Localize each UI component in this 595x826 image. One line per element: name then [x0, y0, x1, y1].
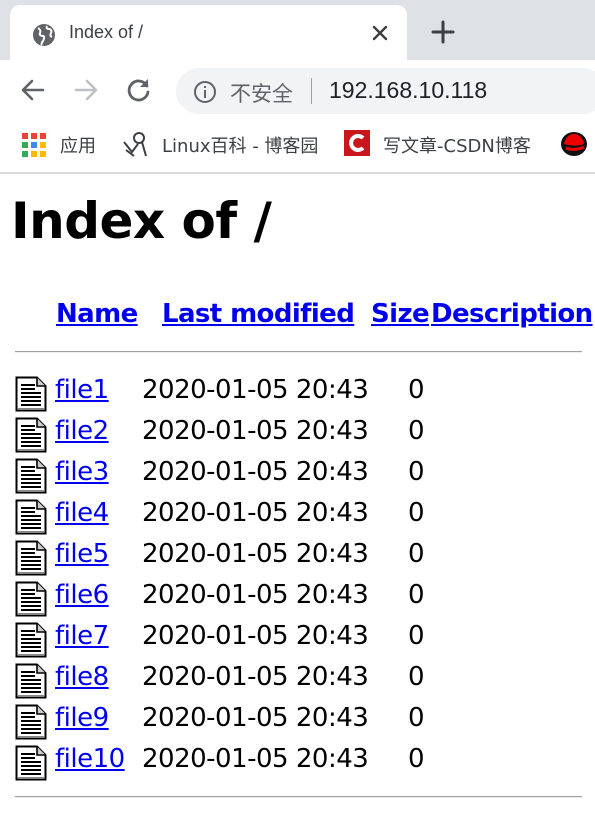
file-icon — [15, 704, 47, 740]
file-modified: 2020-01-05 20:43 — [142, 662, 369, 692]
bookmark-label: 应用 — [60, 136, 96, 157]
column-header-size[interactable]: Size — [371, 299, 430, 329]
bookmarks-bar: 应用 Linux百科 - 博客园 写文章-CSDN博客 — [0, 120, 595, 174]
column-header-description[interactable]: Description — [431, 299, 593, 329]
file-size: 0 — [408, 703, 425, 733]
file-icon — [15, 458, 47, 494]
table-row: file7 2020-01-05 20:43 0 — [0, 621, 595, 662]
file-modified: 2020-01-05 20:43 — [142, 416, 369, 446]
table-row: file9 2020-01-05 20:43 0 — [0, 703, 595, 744]
file-size: 0 — [408, 416, 425, 446]
header-divider — [15, 351, 582, 353]
browser-tab[interactable]: Index of / — [10, 5, 407, 65]
url-text[interactable]: 192.168.10.118 — [329, 77, 487, 104]
redhat-icon — [561, 132, 587, 156]
apps-grid-icon — [22, 133, 46, 157]
back-button[interactable] — [18, 75, 48, 105]
bookmark-apps[interactable]: 应用 — [18, 120, 103, 170]
bookmark-label: Linux百科 - 博客园 — [162, 136, 319, 157]
page-content: Index of / Name Last modified Size Descr… — [0, 176, 595, 826]
bookmark-label: 写文章-CSDN博客 — [383, 136, 531, 157]
table-row: file10 2020-01-05 20:43 0 — [0, 744, 595, 785]
tab-close-button[interactable] — [366, 19, 394, 47]
forward-button[interactable] — [71, 75, 101, 105]
tab-title: Index of / — [69, 22, 144, 42]
tab-strip: Index of / — [0, 0, 595, 65]
file-size: 0 — [408, 580, 425, 610]
plus-icon — [431, 20, 455, 44]
bookmark-redhat[interactable] — [558, 120, 595, 170]
file-size: 0 — [408, 621, 425, 651]
close-icon — [372, 25, 388, 41]
file-icon — [15, 376, 47, 412]
file-modified: 2020-01-05 20:43 — [142, 744, 369, 774]
table-row: file4 2020-01-05 20:43 0 — [0, 498, 595, 539]
file-modified: 2020-01-05 20:43 — [142, 375, 369, 405]
cnblogs-icon — [123, 132, 147, 157]
address-separator — [311, 78, 312, 104]
file-link[interactable]: file1 — [55, 375, 109, 405]
file-icon — [15, 499, 47, 535]
file-link[interactable]: file3 — [55, 457, 109, 487]
file-size: 0 — [408, 498, 425, 528]
file-icon — [15, 622, 47, 658]
reload-icon — [127, 79, 150, 102]
file-link[interactable]: file8 — [55, 662, 109, 692]
file-modified: 2020-01-05 20:43 — [142, 621, 369, 651]
file-modified: 2020-01-05 20:43 — [142, 539, 369, 569]
globe-icon — [33, 24, 55, 46]
file-link[interactable]: file10 — [55, 744, 125, 774]
file-icon — [15, 745, 47, 781]
file-icon — [15, 581, 47, 617]
new-tab-button[interactable] — [428, 17, 458, 47]
bookmark-csdn[interactable]: 写文章-CSDN博客 — [342, 120, 542, 170]
arrow-left-icon — [21, 79, 45, 101]
file-size: 0 — [408, 662, 425, 692]
file-link[interactable]: file6 — [55, 580, 109, 610]
column-header-last-modified[interactable]: Last modified — [162, 299, 355, 329]
file-icon — [15, 417, 47, 453]
table-row: file5 2020-01-05 20:43 0 — [0, 539, 595, 580]
csdn-icon — [344, 130, 370, 156]
file-link[interactable]: file9 — [55, 703, 109, 733]
file-link[interactable]: file2 — [55, 416, 109, 446]
arrow-right-icon — [74, 79, 98, 101]
file-modified: 2020-01-05 20:43 — [142, 498, 369, 528]
table-row: file6 2020-01-05 20:43 0 — [0, 580, 595, 621]
file-size: 0 — [408, 375, 425, 405]
table-row: file2 2020-01-05 20:43 0 — [0, 416, 595, 457]
table-row: file1 2020-01-05 20:43 0 — [0, 375, 595, 416]
file-modified: 2020-01-05 20:43 — [142, 703, 369, 733]
file-modified: 2020-01-05 20:43 — [142, 457, 369, 487]
file-modified: 2020-01-05 20:43 — [142, 580, 369, 610]
file-size: 0 — [408, 744, 425, 774]
file-size: 0 — [408, 457, 425, 487]
column-header-name[interactable]: Name — [56, 299, 138, 329]
table-row: file8 2020-01-05 20:43 0 — [0, 662, 595, 703]
security-label[interactable]: 不安全 — [230, 78, 293, 108]
file-link[interactable]: file4 — [55, 498, 109, 528]
file-link[interactable]: file7 — [55, 621, 109, 651]
bookmark-cnblogs[interactable]: Linux百科 - 博客园 — [120, 120, 325, 170]
info-icon[interactable] — [193, 80, 217, 104]
page-title: Index of / — [11, 192, 272, 250]
file-size: 0 — [408, 539, 425, 569]
file-icon — [15, 663, 47, 699]
file-icon — [15, 540, 47, 576]
reload-button[interactable] — [124, 75, 154, 105]
footer-divider — [15, 796, 582, 798]
file-link[interactable]: file5 — [55, 539, 109, 569]
table-row: file3 2020-01-05 20:43 0 — [0, 457, 595, 498]
